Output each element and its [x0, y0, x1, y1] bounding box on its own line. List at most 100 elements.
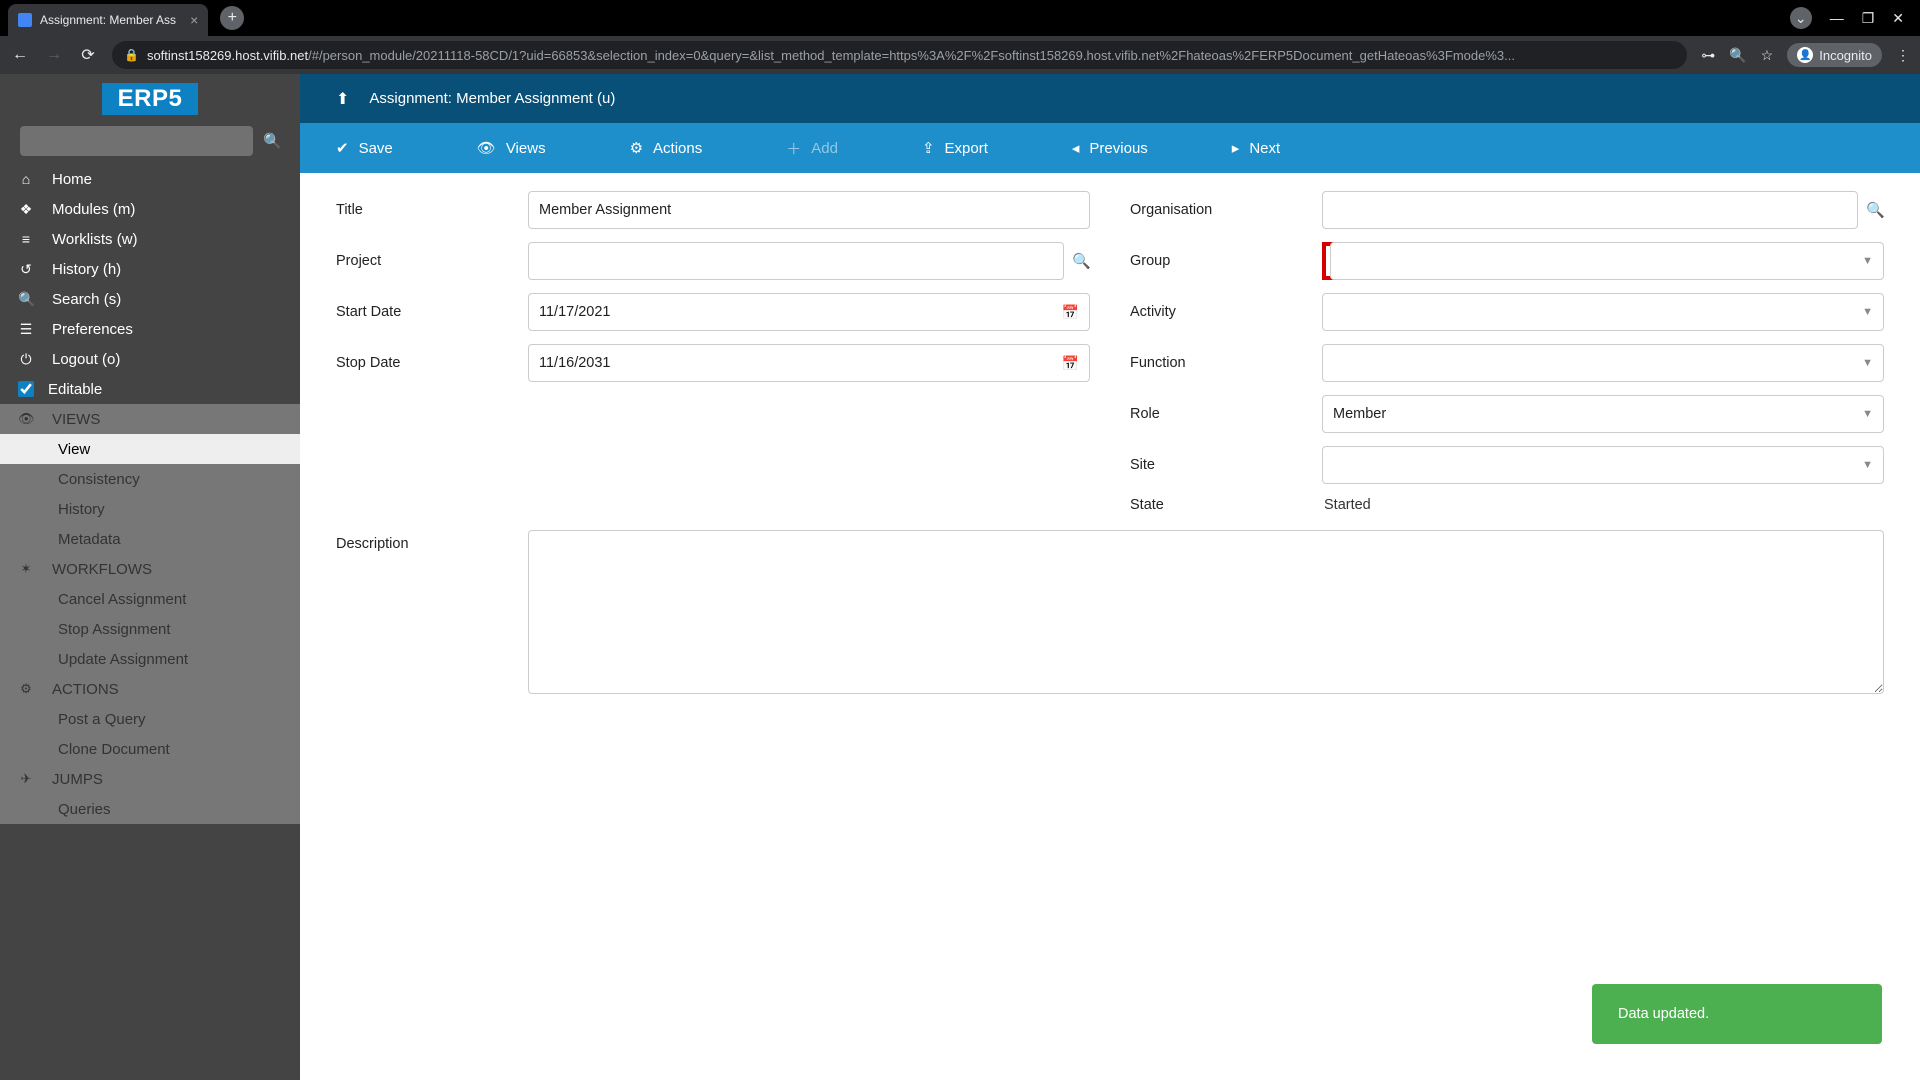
sidebar-item-history[interactable]: ↺ History (h)	[0, 254, 300, 284]
kebab-menu-icon[interactable]: ⋮	[1896, 47, 1910, 64]
next-button[interactable]: ▸Next	[1232, 139, 1280, 157]
row-group: Group SlapOS Company ▼	[1130, 242, 1884, 280]
lock-icon: 🔒	[124, 48, 139, 62]
role-select[interactable]: Member▼	[1322, 395, 1884, 433]
list-icon: ≡	[18, 231, 34, 247]
sidebar-view-consistency[interactable]: Consistency	[0, 464, 300, 494]
sidebar-jump-queries[interactable]: Queries	[0, 794, 300, 824]
start-date-value: 11/17/2021	[539, 304, 611, 320]
editable-label: Editable	[48, 381, 102, 398]
project-input[interactable]	[528, 242, 1064, 280]
minimize-icon[interactable]: —	[1830, 10, 1844, 26]
export-button[interactable]: ⇪Export	[922, 139, 988, 157]
sidebar-action-clone[interactable]: Clone Document	[0, 734, 300, 764]
sidebar-action-post-query[interactable]: Post a Query	[0, 704, 300, 734]
history-icon: ↺	[18, 261, 34, 278]
key-icon[interactable]: ⊶	[1701, 47, 1715, 64]
sidebar-item-search[interactable]: 🔍 Search (s)	[0, 284, 300, 314]
chevron-down-icon: ▼	[1862, 255, 1873, 267]
gear-icon: ⚙	[18, 681, 34, 697]
calendar-icon[interactable]: 📅	[1062, 355, 1079, 372]
search-icon[interactable]: 🔍	[1866, 201, 1884, 219]
zoom-icon[interactable]: 🔍	[1729, 47, 1746, 64]
actions-button[interactable]: ⚙Actions	[630, 139, 703, 157]
search-icon[interactable]: 🔍	[263, 132, 282, 150]
stop-date-input[interactable]: 11/16/2031📅	[528, 344, 1090, 382]
start-date-label: Start Date	[336, 304, 528, 320]
row-title: Title Member Assignment	[336, 191, 1090, 229]
btn-label: Next	[1249, 140, 1280, 157]
organisation-label: Organisation	[1130, 202, 1322, 218]
previous-button[interactable]: ◂Previous	[1072, 139, 1148, 157]
save-button[interactable]: ✔Save	[336, 139, 393, 157]
title-value: Member Assignment	[539, 202, 671, 218]
search-icon[interactable]: 🔍	[1072, 252, 1090, 270]
tab-close-icon[interactable]: ×	[190, 12, 198, 28]
site-select[interactable]: ▼	[1322, 446, 1884, 484]
profile-icon[interactable]: ⌄	[1790, 7, 1812, 29]
workflow-label: Cancel Assignment	[58, 591, 186, 608]
home-icon: ⌂	[18, 171, 34, 187]
sidebar-label: Search (s)	[52, 291, 121, 308]
sidebar: ERP5 🔍 ⌂Home ❖Modules (m) ≡Worklists (w)…	[0, 74, 300, 1080]
browser-tab[interactable]: Assignment: Member Ass ×	[8, 4, 208, 36]
sidebar-view-history[interactable]: History	[0, 494, 300, 524]
group-select[interactable]: ▼	[1330, 242, 1884, 280]
url-input[interactable]: 🔒 softinst158269.host.vifib.net/#/person…	[112, 41, 1687, 69]
action-label: Post a Query	[58, 711, 146, 728]
app: ERP5 🔍 ⌂Home ❖Modules (m) ≡Worklists (w)…	[0, 74, 1920, 1080]
function-select[interactable]: ▼	[1322, 344, 1884, 382]
sidebar-label: History (h)	[52, 261, 121, 278]
calendar-icon[interactable]: 📅	[1062, 304, 1079, 321]
url-host: softinst158269.host.vifib.net	[147, 48, 308, 63]
description-textarea[interactable]	[528, 530, 1884, 694]
erp5-logo[interactable]: ERP5	[102, 83, 199, 115]
activity-select[interactable]: ▼	[1322, 293, 1884, 331]
form-col-right: Organisation 🔍 Group SlapOS Company ▼ Ac…	[1130, 191, 1884, 526]
views-button[interactable]: 👁Views	[477, 139, 546, 157]
stop-date-label: Stop Date	[336, 355, 528, 371]
state-label: State	[1130, 497, 1322, 513]
sidebar-item-logout[interactable]: ⏻Logout (o)	[0, 344, 300, 374]
sidebar-workflow-stop[interactable]: Stop Assignment	[0, 614, 300, 644]
reload-button[interactable]: ⟳	[78, 45, 98, 65]
organisation-input[interactable]	[1322, 191, 1858, 229]
sidebar-item-modules[interactable]: ❖Modules (m)	[0, 194, 300, 224]
sidebar-view-view[interactable]: View	[0, 434, 300, 464]
sidebar-item-preferences[interactable]: ☰Preferences	[0, 314, 300, 344]
plus-icon: ＋	[786, 138, 801, 159]
incognito-badge[interactable]: 👤 Incognito	[1787, 43, 1882, 67]
power-icon: ⏻	[18, 351, 34, 368]
sidebar-item-home[interactable]: ⌂Home	[0, 164, 300, 194]
sidebar-search-input[interactable]	[20, 126, 253, 156]
bookmark-icon[interactable]: ☆	[1761, 47, 1774, 64]
maximize-icon[interactable]: ❐	[1862, 10, 1875, 27]
section-label: VIEWS	[52, 411, 100, 428]
jump-label: Queries	[58, 801, 111, 818]
title-input[interactable]: Member Assignment	[528, 191, 1090, 229]
sidebar-item-editable[interactable]: Editable	[0, 374, 300, 404]
workflow-label: Update Assignment	[58, 651, 188, 668]
sidebar-workflow-update[interactable]: Update Assignment	[0, 644, 300, 674]
start-date-input[interactable]: 11/17/2021 📅	[528, 293, 1090, 331]
logo-wrap: ERP5	[0, 74, 300, 118]
role-label: Role	[1130, 406, 1322, 422]
sidebar-view-metadata[interactable]: Metadata	[0, 524, 300, 554]
up-icon[interactable]: ⬆	[336, 89, 349, 109]
editable-checkbox[interactable]	[18, 381, 34, 397]
back-button[interactable]: ←	[10, 46, 30, 64]
sidebar-workflow-cancel[interactable]: Cancel Assignment	[0, 584, 300, 614]
search-icon: 🔍	[18, 291, 34, 308]
view-label: View	[58, 441, 90, 458]
plane-icon: ✈	[18, 771, 34, 787]
new-tab-button[interactable]: +	[220, 6, 244, 30]
close-window-icon[interactable]: ✕	[1892, 10, 1904, 27]
puzzle-icon: ❖	[18, 201, 34, 218]
btn-label: Actions	[653, 140, 702, 157]
sidebar-section-views: 👁VIEWS	[0, 404, 300, 434]
row-stop-date: Stop Date 11/16/2031📅	[336, 344, 1090, 382]
sidebar-item-worklists[interactable]: ≡Worklists (w)	[0, 224, 300, 254]
chevron-down-icon: ▼	[1862, 357, 1873, 369]
main: ⬆ Assignment: Member Assignment (u) ✔Sav…	[300, 74, 1920, 1080]
section-label: WORKFLOWS	[52, 561, 152, 578]
